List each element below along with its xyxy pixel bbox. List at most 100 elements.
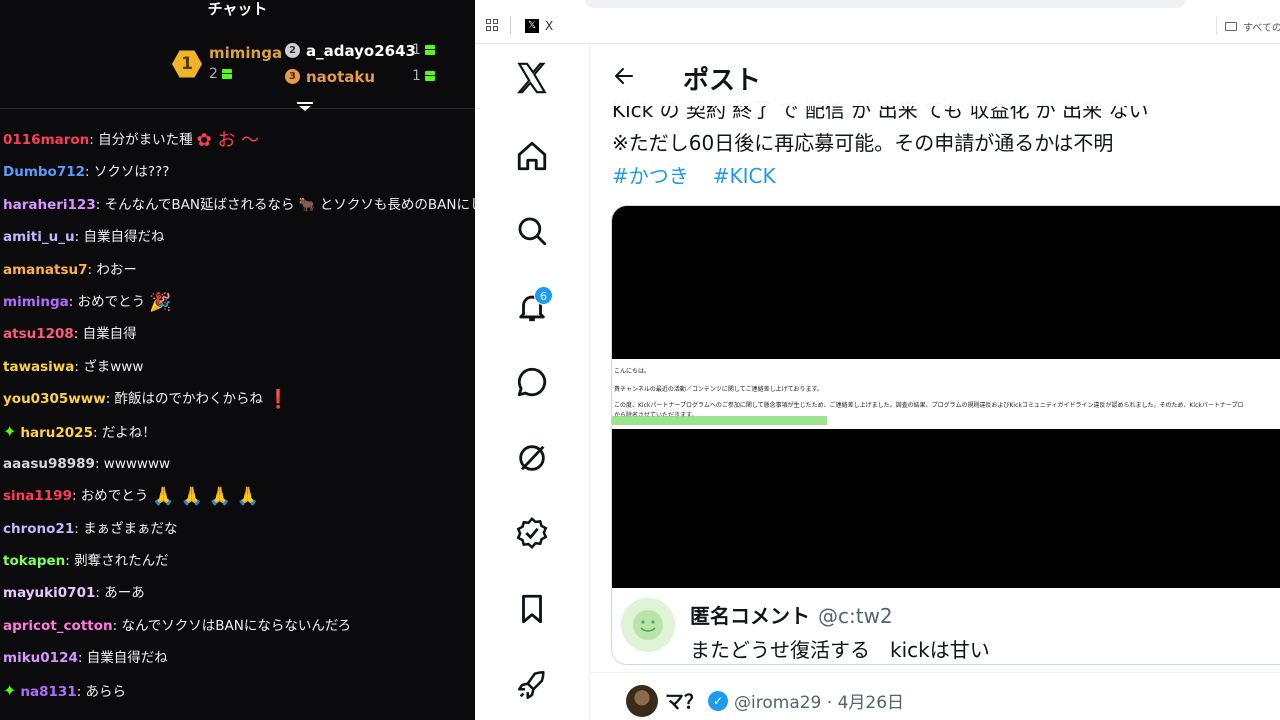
chat-username[interactable]: tokapen [3,553,65,569]
chat-message-text: wwwwww [103,455,171,472]
chat-username[interactable]: 0116maron [3,132,89,148]
emote: ✿ お 〜 [196,130,260,151]
chat-separator: : [94,455,104,472]
verified-orgs-icon[interactable] [515,516,549,550]
chat-message-text: 自分がまいた種 [98,132,193,148]
chat-message-text: おめでとう [77,293,146,310]
chat-message: haraheri123: そんなんでBAN延ばされるなら 🐂 とソクソも長めのB… [0,189,475,221]
chat-message: you0305www: 酢飯はのでかわくからね ❗ [0,383,475,415]
chat-message: atsu1208: 自業自得 [0,318,475,350]
reply-author-name[interactable]: マ？ [665,687,703,714]
post-header: ポスト [590,44,1280,106]
reply-author-handle: @iroma29 · 4月26日 [734,693,905,713]
chat-username[interactable]: apricot_cotton [3,618,113,634]
browser-tabbar: 𝕏 X すべてのブ [475,0,1280,44]
email-screenshot: こんにちは。 貴チャンネルの最近の活動／コンテンツに関してご連絡差し上げておりま… [612,359,1280,429]
chat-message-text: 自業自得だね [86,650,168,667]
messages-icon[interactable] [515,365,549,399]
address-bar[interactable] [585,0,1185,8]
emote: 🙏 🙏 🙏 🙏 [152,486,260,508]
bookmarks-label: すべてのブ [1243,22,1280,34]
home-icon[interactable] [515,139,549,173]
leader-2-name[interactable]: a_adayo2643 [306,42,416,60]
chat-message-list: 0116maron: 自分がまいた種 ✿ お 〜 Dumbo712: ソクソは???… [0,124,475,707]
leader-1-count: 2 [209,66,232,82]
chat-username[interactable]: chrono21 [3,521,74,537]
folder-icon [1225,21,1237,31]
leader-2-count: 1 [412,42,435,58]
quote-author-handle: @c:tw2 [818,604,893,628]
leader-1-name[interactable]: miminga [209,44,282,62]
chat-username[interactable]: haraheri123 [3,197,96,213]
chat-username[interactable]: Dumbo712 [3,164,85,180]
post-media-card[interactable]: こんにちは。 貴チャンネルの最近の活動／コンテンツに関してご連絡差し上げておりま… [611,205,1280,665]
rocket-icon[interactable] [515,668,549,702]
bookmarks-folder[interactable]: すべてのブ [1216,17,1280,35]
sparkle-badge-icon: ✦ [3,680,17,700]
chat-separator: : [89,132,99,148]
reply-author: マ？ ✓ @iroma29 · 4月26日 [665,687,904,714]
chat-username[interactable]: miminga [3,294,69,310]
quoted-comment[interactable]: 匿名コメント @c:tw2 またどうせ復活する kickは甘い [612,588,1280,664]
screen: チャット 1 miminga 2 2 a_adayo2643 1 3 naota… [0,0,1280,720]
chat-title: チャット [207,0,268,18]
quote-text: またどうせ復活する kickは甘い [690,638,990,662]
chat-message: apricot_cotton: なんでソクソはBANにならないんだろ [0,610,475,642]
screenshot-line: こんにちは。 [614,368,651,375]
chevron-down-icon [299,106,311,111]
chat-separator: : [71,488,81,505]
avatar[interactable] [626,685,658,717]
chat-message-text: ソクソは??? [93,164,170,181]
chat-separator: : [73,326,83,343]
chat-username[interactable]: sina1199 [3,488,72,504]
emote: 🎉 [149,291,172,313]
leader-3-name[interactable]: naotaku [306,68,375,86]
page-title: ポスト [683,66,762,96]
post-column: Kick の 契約 終了 で 配信 が 出来 ても 収益化 が 出来 ない ポス… [590,44,1280,720]
chat-message-text: だよね！ [101,424,156,441]
chat-username[interactable]: na8131 [20,684,76,700]
hashtag-link[interactable]: #かつき [612,164,689,188]
leader-3-count: 1 [412,68,435,84]
bookmark-icon[interactable] [515,592,549,626]
grok-icon[interactable] [515,441,549,475]
chat-username[interactable]: tawasiwa [3,359,74,375]
browser-window: 𝕏 X すべてのブ 6 Kick の 契約 終了 で 配信 が 出来 ても 収益… [475,0,1280,720]
chat-message: Dumbo712: ソクソは??? [0,156,475,188]
chat-message: ✦ haru2025: だよね！ [0,416,475,448]
chat-separator: : [68,293,78,310]
hashtag-link[interactable]: #KICK [713,164,776,188]
chat-message: amiti_u_u: 自業自得だね [0,221,475,253]
search-icon[interactable] [515,214,549,248]
post-video[interactable]: こんにちは。 貴チャンネルの最近の活動／コンテンツに関してご連絡差し上げておりま… [612,206,1280,588]
chat-username[interactable]: amiti_u_u [3,229,75,245]
chat-message: ✦ na8131: あらら [0,675,475,707]
chat-separator: : [74,520,84,537]
apps-grid-icon[interactable] [486,19,498,31]
x-logo-icon[interactable] [515,61,549,95]
gift-icon [221,69,232,79]
rank-1-badge: 1 [172,50,202,78]
emote: ❗ [267,389,290,411]
chat-username[interactable]: haru2025 [20,425,93,441]
post-text: ※ただし60日後に再応募可能。その申請が通るかは不明 [612,131,1114,155]
chat-username[interactable]: atsu1208 [3,326,74,342]
x-logo-icon: 𝕏 [525,19,539,33]
rank-2-badge: 2 [285,43,300,58]
chat-username[interactable]: aaasu98989 [3,456,95,472]
chat-message: amanatsu7: わおー [0,254,475,286]
chat-username[interactable]: mayuki0701 [3,585,95,601]
gift-icon [424,71,435,81]
chat-message: 0116maron: 自分がまいた種 ✿ お 〜 [0,124,475,156]
smiley-avatar-icon [621,598,675,652]
reply-item[interactable]: マ？ ✓ @iroma29 · 4月26日 [590,672,1280,720]
screenshot-line: 貴チャンネルの最近の活動／コンテンツに関してご連絡差し上げております。 [614,386,823,393]
back-arrow-icon[interactable] [612,64,636,88]
chat-message-text: 剥奪されたんだ [74,553,169,570]
chat-message: miminga: おめでとう 🎉 [0,286,475,318]
collapse-leaderboard-button[interactable] [294,100,316,116]
chat-username[interactable]: you0305www [3,391,106,407]
chat-username[interactable]: miku0124 [3,650,78,666]
tab-x[interactable]: 𝕏 X [525,17,553,35]
chat-username[interactable]: amanatsu7 [3,262,88,278]
